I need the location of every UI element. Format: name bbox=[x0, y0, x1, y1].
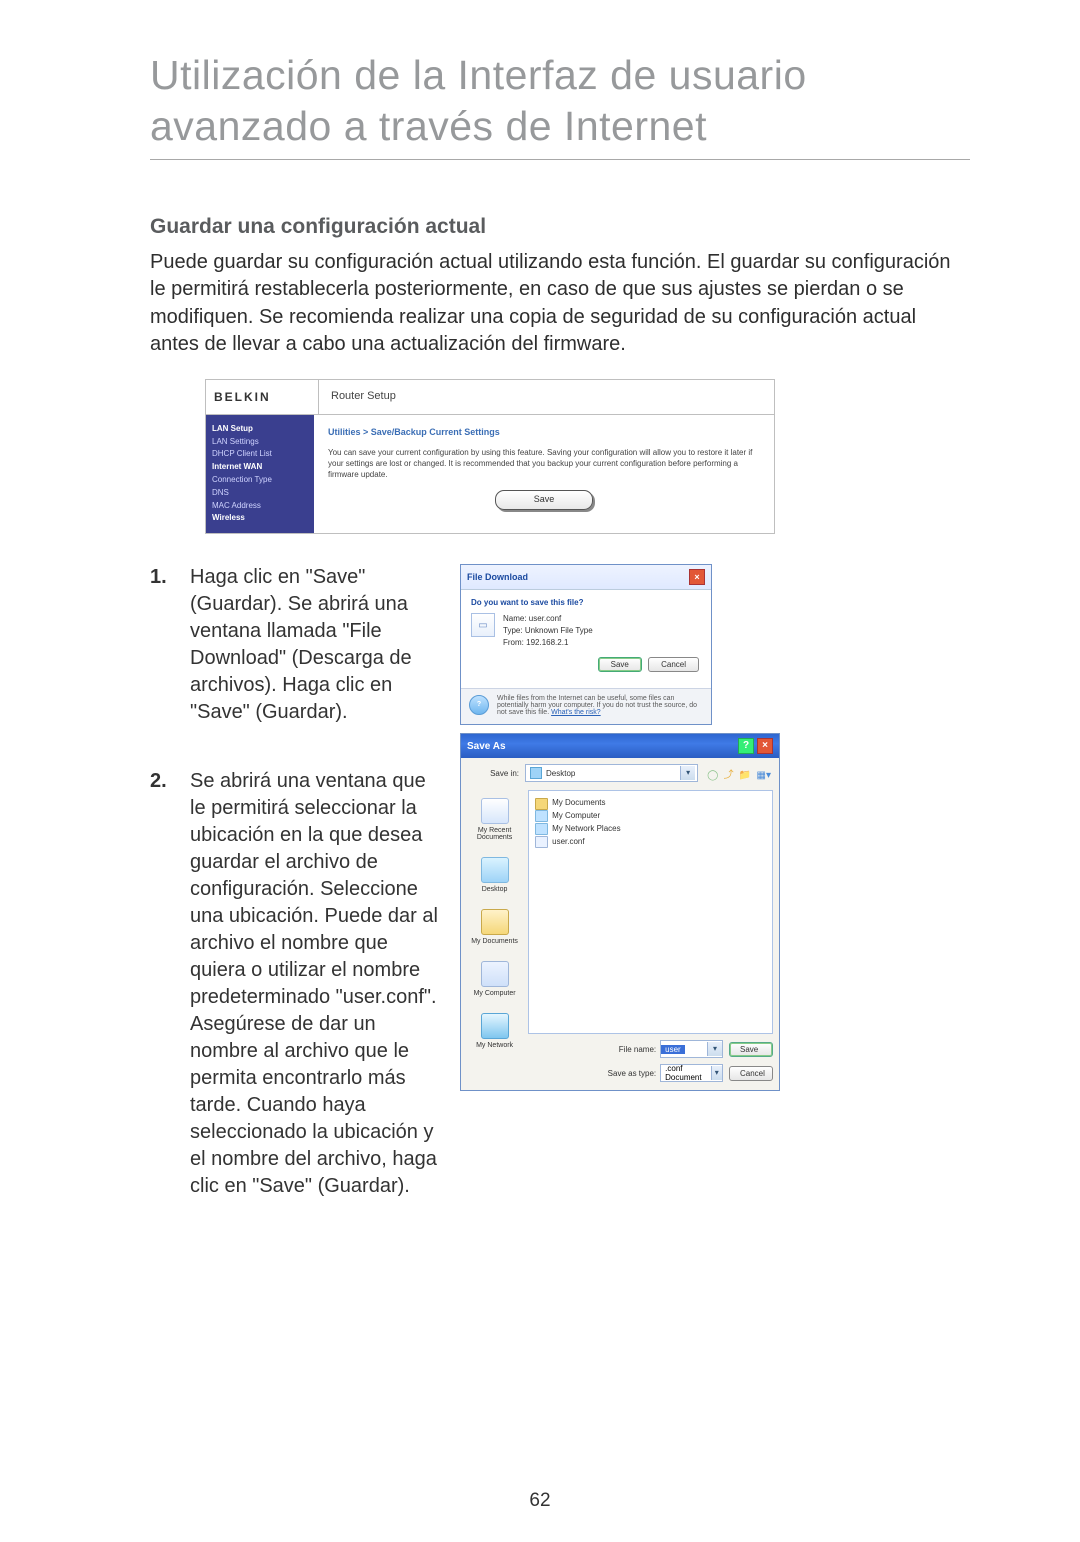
step-2: 2. Se abrirá una ventana que le permitir… bbox=[150, 768, 440, 1200]
file-download-save-button[interactable]: Save bbox=[598, 657, 642, 672]
sidebar-conn-type: Connection Type bbox=[212, 474, 308, 487]
places-bar: My Recent Documents Desktop My Documents bbox=[461, 788, 528, 1090]
savein-dropdown[interactable]: Desktop ▾ bbox=[525, 764, 698, 782]
file-list[interactable]: My Documents My Computer My Network Plac… bbox=[528, 790, 773, 1034]
file-icon bbox=[535, 836, 548, 848]
place-desktop[interactable]: Desktop bbox=[461, 851, 528, 903]
file-name-input[interactable]: user ▾ bbox=[660, 1040, 723, 1058]
save-as-toolbar: ◯ ⤴ 📁 ▦▾ bbox=[704, 766, 771, 781]
save-as-cancel-button[interactable]: Cancel bbox=[729, 1066, 773, 1081]
router-description: You can save your current configuration … bbox=[328, 447, 760, 481]
file-download-dialog: File Download × Do you want to save this… bbox=[460, 564, 712, 725]
file-download-risk-link[interactable]: What's the risk? bbox=[551, 709, 601, 716]
dl-from-label: From: bbox=[503, 638, 524, 647]
up-folder-icon[interactable]: ⤴ bbox=[724, 770, 734, 781]
router-save-button[interactable]: Save bbox=[495, 490, 593, 510]
sidebar-dhcp: DHCP Client List bbox=[212, 448, 308, 461]
dl-from-value: 192.168.2.1 bbox=[526, 638, 568, 647]
save-type-dropdown[interactable]: .conf Document ▾ bbox=[660, 1064, 723, 1082]
step-1-number: 1. bbox=[150, 564, 167, 591]
dl-type-label: Type: bbox=[503, 626, 523, 635]
step-1: 1. Haga clic en "Save" (Guardar). Se abr… bbox=[150, 564, 440, 726]
save-as-save-button[interactable]: Save bbox=[729, 1042, 773, 1057]
sidebar-mac: MAC Address bbox=[212, 500, 308, 513]
save-type-label: Save as type: bbox=[600, 1069, 660, 1078]
recent-icon bbox=[481, 798, 509, 824]
page-number: 62 bbox=[0, 1490, 1080, 1512]
sidebar-wireless: Wireless bbox=[212, 512, 308, 525]
computer-icon bbox=[535, 810, 548, 822]
file-name-label: File name: bbox=[600, 1045, 660, 1054]
sidebar-dns: DNS bbox=[212, 487, 308, 500]
file-download-cancel-button[interactable]: Cancel bbox=[648, 657, 699, 672]
back-icon[interactable]: ◯ bbox=[707, 770, 718, 781]
file-download-question: Do you want to save this file? bbox=[471, 598, 701, 607]
shield-icon: ? bbox=[469, 695, 489, 715]
list-item[interactable]: My Computer bbox=[535, 810, 766, 823]
computer-icon bbox=[481, 961, 509, 987]
network-icon bbox=[535, 823, 548, 835]
help-icon[interactable]: ? bbox=[738, 738, 754, 754]
new-folder-icon[interactable]: 📁 bbox=[739, 770, 751, 781]
file-download-title: File Download bbox=[467, 572, 528, 582]
file-icon: ▭ bbox=[471, 613, 495, 637]
network-icon bbox=[481, 1013, 509, 1039]
sidebar-lan-settings: LAN Settings bbox=[212, 436, 308, 449]
router-breadcrumb: Utilities > Save/Backup Current Settings bbox=[328, 427, 760, 437]
intro-paragraph: Puede guardar su configuración actual ut… bbox=[150, 249, 970, 359]
dl-name-label: Name: bbox=[503, 614, 527, 623]
dl-type-value: Unknown File Type bbox=[525, 626, 593, 635]
router-ui-screenshot: BELKIN Router Setup LAN Setup LAN Settin… bbox=[205, 379, 775, 534]
step-2-text: Se abrirá una ventana que le permitirá s… bbox=[190, 770, 438, 1197]
dl-name-value: user.conf bbox=[529, 614, 561, 623]
savein-value: Desktop bbox=[546, 769, 575, 778]
chevron-down-icon: ▾ bbox=[680, 766, 695, 780]
close-icon[interactable]: × bbox=[689, 569, 705, 585]
place-documents[interactable]: My Documents bbox=[461, 903, 528, 955]
save-as-dialog: Save As ? × Save in: Desktop ▾ bbox=[460, 733, 780, 1091]
step-1-text: Haga clic en "Save" (Guardar). Se abrirá… bbox=[190, 566, 412, 723]
router-logo: BELKIN bbox=[206, 380, 319, 414]
list-item[interactable]: My Documents bbox=[535, 797, 766, 810]
close-icon[interactable]: × bbox=[757, 738, 773, 754]
save-as-title: Save As bbox=[467, 741, 506, 752]
place-network[interactable]: My Network bbox=[461, 1007, 528, 1059]
view-menu-icon[interactable]: ▦▾ bbox=[757, 770, 771, 781]
place-computer[interactable]: My Computer bbox=[461, 955, 528, 1007]
folder-icon bbox=[535, 798, 548, 810]
file-name-value: user bbox=[661, 1045, 685, 1054]
savein-label: Save in: bbox=[469, 769, 519, 778]
router-header-title: Router Setup bbox=[319, 380, 774, 414]
step-2-number: 2. bbox=[150, 768, 167, 795]
page-title: Utilización de la Interfaz de usuario av… bbox=[150, 50, 970, 160]
save-type-value: .conf Document bbox=[661, 1064, 710, 1082]
desktop-icon bbox=[481, 857, 509, 883]
sidebar-lan-setup: LAN Setup bbox=[212, 423, 308, 436]
chevron-down-icon: ▾ bbox=[707, 1042, 722, 1056]
list-item[interactable]: My Network Places bbox=[535, 823, 766, 836]
section-heading: Guardar una configuración actual bbox=[150, 215, 970, 239]
list-item[interactable]: user.conf bbox=[535, 836, 766, 849]
sidebar-internet-wan: Internet WAN bbox=[212, 461, 308, 474]
place-recent[interactable]: My Recent Documents bbox=[461, 792, 528, 851]
chevron-down-icon: ▾ bbox=[711, 1066, 722, 1080]
router-sidebar: LAN Setup LAN Settings DHCP Client List … bbox=[206, 415, 314, 533]
desktop-icon bbox=[530, 767, 542, 779]
documents-icon bbox=[481, 909, 509, 935]
